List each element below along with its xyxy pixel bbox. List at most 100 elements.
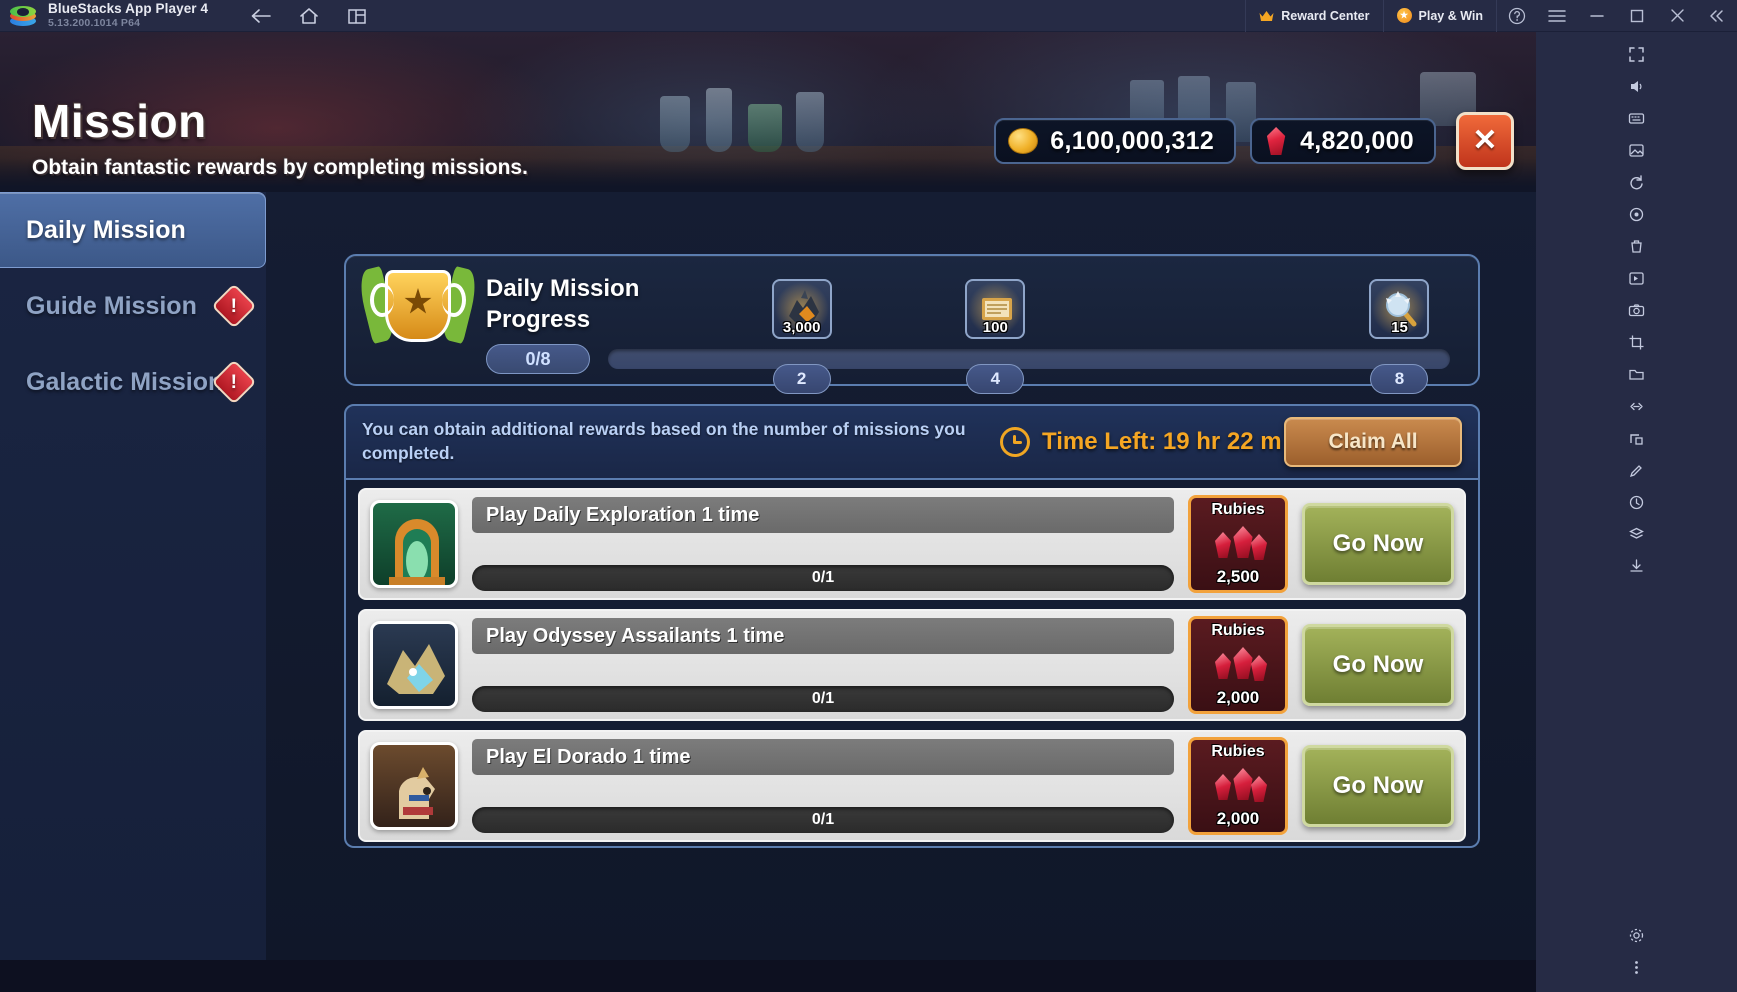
reward-amount: 2,000 xyxy=(1216,809,1260,828)
mission-info: Play Daily Exploration 1 time 0/1 xyxy=(472,497,1174,591)
keyboard-icon[interactable] xyxy=(1620,104,1654,133)
go-now-label: Go Now xyxy=(1332,530,1424,557)
play-and-win-button[interactable]: ★ Play & Win xyxy=(1382,0,1496,32)
volume-icon[interactable] xyxy=(1620,72,1654,101)
banner-flask-decor xyxy=(706,88,732,152)
screenshot-icon[interactable] xyxy=(1620,296,1654,325)
rotate-icon[interactable] xyxy=(1620,168,1654,197)
alert-glyph: ! xyxy=(230,295,238,317)
table-row[interactable]: Play Daily Exploration 1 time 0/1 Rubies… xyxy=(358,488,1466,600)
corner-icon[interactable] xyxy=(1620,424,1654,453)
sidebar-item-label: Guide Mission xyxy=(26,291,197,320)
multi-instance-icon[interactable] xyxy=(346,5,368,27)
pen-icon[interactable] xyxy=(1620,456,1654,485)
rewards-info-text: You can obtain additional rewards based … xyxy=(362,419,966,463)
dragon-head-icon xyxy=(370,621,458,709)
sidebar-item-label: Galactic Mission xyxy=(26,367,224,396)
gold-currency[interactable]: 6,100,000,312 xyxy=(994,118,1237,164)
page-subtitle: Obtain fantastic rewards by completing m… xyxy=(32,156,528,179)
shake-icon[interactable] xyxy=(1620,392,1654,421)
bluestacks-logo-icon xyxy=(10,5,36,27)
eco-mode-icon[interactable] xyxy=(1620,488,1654,517)
ruby-gem-icon xyxy=(1215,774,1231,800)
back-icon[interactable] xyxy=(250,5,272,27)
trophy-icon xyxy=(355,250,481,362)
sidebar-item-daily-mission[interactable]: Daily Mission xyxy=(0,192,266,268)
folder-icon[interactable] xyxy=(1620,360,1654,389)
rewards-info-bar: You can obtain additional rewards based … xyxy=(344,404,1480,480)
banner-flask-decor xyxy=(796,92,824,152)
game-viewport: Mission Obtain fantastic rewards by comp… xyxy=(0,32,1536,960)
go-now-button[interactable]: Go Now xyxy=(1302,624,1454,706)
alert-badge-icon: ! xyxy=(211,359,257,405)
mission-info: Play Odyssey Assailants 1 time 0/1 xyxy=(472,618,1174,712)
go-now-label: Go Now xyxy=(1332,772,1424,799)
macro-icon[interactable] xyxy=(1620,264,1654,293)
mace-weapon-icon: 15 xyxy=(1369,279,1430,339)
fullscreen-icon[interactable] xyxy=(1620,40,1654,69)
minimize-icon[interactable] xyxy=(1577,0,1617,32)
collapse-icon[interactable] xyxy=(1697,0,1737,32)
milestone-1[interactable]: 3,000 2 xyxy=(771,279,832,394)
clock-icon xyxy=(1000,427,1030,457)
table-row[interactable]: Play El Dorado 1 time 0/1 Rubies 2,000 G… xyxy=(358,730,1466,842)
ruby-gem-icon xyxy=(1233,647,1253,679)
maximize-icon[interactable] xyxy=(1617,0,1657,32)
close-dialog-label: ✕ xyxy=(1472,124,1498,157)
mission-sidebar: Daily Mission Guide Mission ! Galactic M… xyxy=(0,192,266,960)
mission-title: Play Daily Exploration 1 time xyxy=(472,497,1174,533)
play-and-win-label: Play & Win xyxy=(1418,8,1483,23)
layers-icon[interactable] xyxy=(1620,520,1654,549)
ruby-gem-icon xyxy=(1215,532,1231,558)
install-apk-icon[interactable] xyxy=(1620,552,1654,581)
go-now-button[interactable]: Go Now xyxy=(1302,745,1454,827)
progress-count-badge: 0/8 xyxy=(486,344,590,374)
more-icon[interactable] xyxy=(1620,953,1654,982)
trash-icon[interactable] xyxy=(1620,232,1654,261)
settings-icon[interactable] xyxy=(1620,921,1654,950)
sidebar-item-galactic-mission[interactable]: Galactic Mission ! xyxy=(0,344,266,420)
milestone-qty: 3,000 xyxy=(782,319,821,336)
crown-icon xyxy=(1259,10,1274,22)
mission-title: Play El Dorado 1 time xyxy=(472,739,1174,775)
bluestacks-sidebar-toolbar xyxy=(1536,32,1737,992)
sidebar-item-guide-mission[interactable]: Guide Mission ! xyxy=(0,268,266,344)
ruby-value: 4,820,000 xyxy=(1300,126,1414,155)
crop-icon[interactable] xyxy=(1620,328,1654,357)
claim-all-button[interactable]: Claim All xyxy=(1284,417,1462,467)
gold-value: 6,100,000,312 xyxy=(1050,126,1215,155)
help-icon[interactable] xyxy=(1497,0,1537,32)
mission-content: Daily Mission Progress 0/8 3,000 2 100 4… xyxy=(266,192,1536,960)
location-icon[interactable] xyxy=(1620,200,1654,229)
mission-progress: 0/1 xyxy=(472,686,1174,712)
home-icon[interactable] xyxy=(298,5,320,27)
mission-reward: Rubies 2,500 xyxy=(1188,495,1288,593)
milestone-qty: 100 xyxy=(982,319,1008,336)
table-row[interactable]: Play Odyssey Assailants 1 time 0/1 Rubie… xyxy=(358,609,1466,721)
reward-label: Rubies xyxy=(1211,622,1265,639)
mission-title: Play Odyssey Assailants 1 time xyxy=(472,618,1174,654)
menu-icon[interactable] xyxy=(1537,0,1577,32)
claim-all-label: Claim All xyxy=(1328,430,1418,453)
milestone-3[interactable]: 15 8 xyxy=(1369,279,1430,394)
play-win-badge-icon: ★ xyxy=(1396,8,1412,23)
go-now-button[interactable]: Go Now xyxy=(1302,503,1454,585)
reward-center-button[interactable]: Reward Center xyxy=(1245,0,1382,32)
gallery-icon[interactable] xyxy=(1620,136,1654,165)
progress-title: Daily Mission Progress xyxy=(486,275,640,333)
close-icon[interactable] xyxy=(1657,0,1697,32)
milestone-2[interactable]: 100 4 xyxy=(965,279,1026,394)
reward-center-label: Reward Center xyxy=(1281,8,1370,23)
mission-reward: Rubies 2,000 xyxy=(1188,616,1288,714)
mission-progress: 0/1 xyxy=(472,807,1174,833)
app-title-block: BlueStacks App Player 4 5.13.200.1014 P6… xyxy=(48,2,208,28)
close-dialog-button[interactable]: ✕ xyxy=(1456,112,1514,170)
milestone-node: 8 xyxy=(1370,364,1429,394)
page-title: Mission xyxy=(32,95,207,147)
banner-flask-decor xyxy=(660,96,690,152)
mission-list[interactable]: Play Daily Exploration 1 time 0/1 Rubies… xyxy=(344,480,1480,848)
ruby-currency[interactable]: 4,820,000 xyxy=(1250,118,1436,164)
banner-flask-decor xyxy=(748,104,782,152)
reward-amount: 2,000 xyxy=(1216,688,1260,707)
reward-amount: 2,500 xyxy=(1216,567,1260,586)
